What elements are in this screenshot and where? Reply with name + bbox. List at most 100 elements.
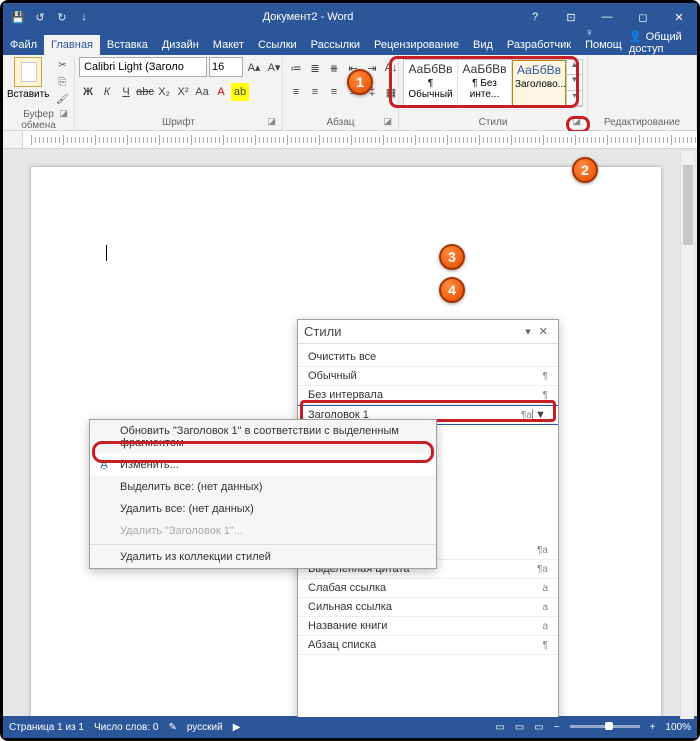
- style-item-nospacing[interactable]: АаБбВв ¶ Без инте...: [458, 60, 512, 106]
- multilevel-button[interactable]: ⧻: [325, 59, 343, 77]
- qat-save-icon[interactable]: 💾: [9, 11, 27, 24]
- gallery-down-icon[interactable]: ▼: [567, 75, 582, 90]
- group-styles: АаБбВв ¶ Обычный АаБбВв ¶ Без инте... Аа…: [399, 55, 588, 130]
- help-icon[interactable]: ?: [517, 11, 553, 24]
- strike-button[interactable]: abc: [136, 83, 154, 101]
- zoom-slider[interactable]: [570, 725, 640, 728]
- view-web-icon[interactable]: ▭: [534, 722, 543, 733]
- zoom-level[interactable]: 100%: [665, 722, 691, 733]
- bold-button[interactable]: Ж: [79, 83, 97, 101]
- ribbon-options-icon[interactable]: ⊡: [553, 11, 589, 24]
- style-list-paragraph[interactable]: Абзац списка¶: [298, 636, 558, 655]
- style-nospacing[interactable]: Без интервала¶: [298, 386, 558, 405]
- tab-layout[interactable]: Макет: [206, 35, 251, 55]
- gallery-more-icon[interactable]: ▾: [567, 91, 582, 106]
- style-book-title[interactable]: Название книгиa: [298, 617, 558, 636]
- sort-button[interactable]: A↓: [382, 59, 400, 77]
- align-center-button[interactable]: ≡: [306, 83, 324, 101]
- tab-view[interactable]: Вид: [466, 35, 500, 55]
- ctx-delete-all[interactable]: Удалить все: (нет данных): [90, 498, 436, 520]
- tab-design[interactable]: Дизайн: [155, 35, 206, 55]
- ribbon: Вставить ✂ ⎘ 🖌 Буфер обмена ◪ A▴ A▾ Ж К: [3, 55, 697, 131]
- font-size-input[interactable]: [209, 57, 243, 77]
- change-case-button[interactable]: Aa: [193, 83, 211, 101]
- style-item-normal[interactable]: АаБбВв ¶ Обычный: [404, 60, 458, 106]
- bullets-button[interactable]: ≔: [287, 59, 305, 77]
- paste-button[interactable]: Вставить: [7, 57, 49, 100]
- window-controls: ? ⊡ — ◻ ✕: [517, 11, 697, 24]
- zoom-out-button[interactable]: −: [554, 722, 560, 733]
- vertical-scrollbar[interactable]: [680, 151, 694, 719]
- group-label-editing: Редактирование: [592, 116, 692, 130]
- align-left-button[interactable]: ≡: [287, 83, 305, 101]
- group-editing: Редактирование: [588, 55, 697, 130]
- ctx-delete-style: Удалить "Заголовок 1"...: [90, 520, 436, 542]
- ctx-update-style[interactable]: Обновить "Заголовок 1" в соответствии с …: [90, 420, 436, 454]
- horizontal-ruler[interactable]: /*ticks rendered via loop below*/: [3, 131, 697, 149]
- styles-pane-list: Очистить все Обычный¶ Без интервала¶ Заг…: [298, 344, 558, 429]
- tab-insert[interactable]: Вставка: [100, 35, 155, 55]
- tab-references[interactable]: Ссылки: [251, 35, 304, 55]
- tab-review[interactable]: Рецензирование: [367, 35, 466, 55]
- status-words[interactable]: Число слов: 0: [94, 722, 158, 733]
- subscript-button[interactable]: X₂: [155, 83, 173, 101]
- tab-home[interactable]: Главная: [44, 35, 100, 55]
- ctx-remove-gallery[interactable]: Удалить из коллекции стилей: [90, 544, 436, 568]
- quick-access-toolbar: 💾 ↺ ↻ ↓: [3, 11, 99, 24]
- zoom-in-button[interactable]: +: [650, 722, 656, 733]
- text-cursor: [106, 245, 107, 261]
- grow-font-button[interactable]: A▴: [245, 58, 263, 76]
- style-item-heading1[interactable]: АаБбВв Заголово...: [512, 60, 566, 106]
- font-color-button[interactable]: A: [212, 83, 230, 101]
- style-dropdown-icon[interactable]: ▼: [532, 409, 548, 421]
- maximize-button[interactable]: ◻: [625, 11, 661, 24]
- paragraph-launcher-icon[interactable]: ◪: [383, 116, 392, 127]
- font-name-input[interactable]: [79, 57, 207, 77]
- group-font: A▴ A▾ Ж К Ч abc X₂ X² Aa A ab Шрифт ◪: [75, 55, 283, 130]
- format-painter-button[interactable]: 🖌: [53, 94, 71, 108]
- group-paragraph: ≔ ≣ ⧻ ⇤ ⇥ A↓ ¶ ≡ ≡ ≡ ≡ ‡ ▦ ⊞ Абзац ◪: [283, 55, 399, 130]
- minimize-button[interactable]: —: [589, 11, 625, 24]
- clipboard-launcher-icon[interactable]: ◪: [59, 108, 68, 119]
- share-button[interactable]: 👤 Общий доступ: [629, 30, 689, 55]
- status-language[interactable]: русский: [187, 722, 223, 733]
- italic-button[interactable]: К: [98, 83, 116, 101]
- qat-redo-icon[interactable]: ↻: [53, 11, 71, 24]
- status-macro-icon[interactable]: ▶: [233, 722, 241, 733]
- styles-pane-close-icon[interactable]: ✕: [535, 325, 552, 338]
- highlight-button[interactable]: ab: [231, 83, 249, 101]
- style-clear-all[interactable]: Очистить все: [298, 348, 558, 367]
- status-proofing-icon[interactable]: ✎: [168, 722, 176, 733]
- styles-launcher-icon[interactable]: ◪: [572, 116, 581, 127]
- status-page[interactable]: Страница 1 из 1: [9, 722, 84, 733]
- annotation-2: 2: [572, 157, 598, 183]
- ctx-select-all[interactable]: Выделить все: (нет данных): [90, 476, 436, 498]
- ctx-modify-style[interactable]: A̱Изменить...: [90, 454, 436, 476]
- view-read-icon[interactable]: ▭: [495, 722, 504, 733]
- shrink-font-button[interactable]: A▾: [265, 58, 283, 76]
- tell-me[interactable]: ♀ Помощ: [578, 23, 629, 55]
- shading-button[interactable]: ▦: [382, 83, 400, 101]
- tab-file[interactable]: Файл: [3, 35, 44, 55]
- styles-pane-pin-icon[interactable]: ▾: [521, 325, 535, 338]
- align-right-button[interactable]: ≡: [325, 83, 343, 101]
- group-label-paragraph: Абзац ◪: [287, 116, 394, 130]
- group-clipboard: Вставить ✂ ⎘ 🖌 Буфер обмена ◪: [3, 55, 75, 130]
- style-subtle-ref[interactable]: Слабая ссылкаa: [298, 579, 558, 598]
- gallery-up-icon[interactable]: ▲: [567, 60, 582, 75]
- tab-mailings[interactable]: Рассылки: [304, 35, 367, 55]
- qat-dropdown-icon[interactable]: ↓: [75, 11, 93, 24]
- window-title: Документ2 - Word: [99, 11, 517, 23]
- view-print-icon[interactable]: ▭: [515, 722, 524, 733]
- style-intense-ref[interactable]: Сильная ссылкаa: [298, 598, 558, 617]
- underline-button[interactable]: Ч: [117, 83, 135, 101]
- qat-undo-icon[interactable]: ↺: [31, 11, 49, 24]
- style-normal[interactable]: Обычный¶: [298, 367, 558, 386]
- cut-button[interactable]: ✂: [53, 60, 71, 74]
- close-button[interactable]: ✕: [661, 11, 697, 24]
- superscript-button[interactable]: X²: [174, 83, 192, 101]
- numbering-button[interactable]: ≣: [306, 59, 324, 77]
- tab-developer[interactable]: Разработчик: [500, 35, 578, 55]
- copy-button[interactable]: ⎘: [53, 77, 71, 91]
- font-launcher-icon[interactable]: ◪: [267, 116, 276, 127]
